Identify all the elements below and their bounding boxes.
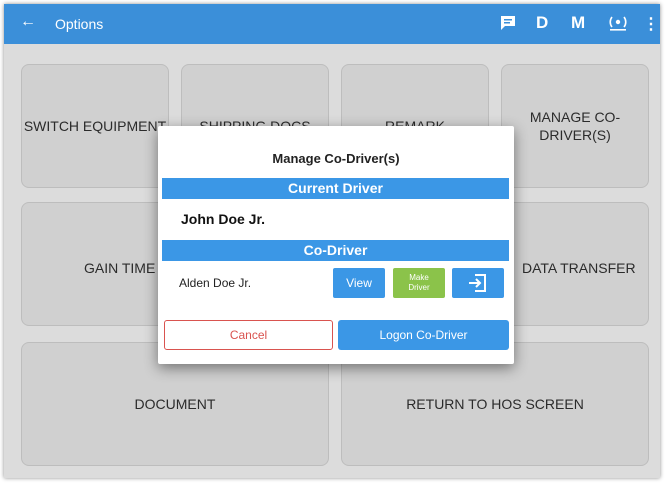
make-driver-label-2: Driver [408,283,430,292]
make-driver-button[interactable]: Make Driver [393,268,445,298]
current-driver-header: Current Driver [162,178,509,199]
dialog-title: Manage Co-Driver(s) [272,151,400,166]
m-button[interactable]: M [571,13,585,33]
manage-co-driver-dialog: Manage Co-Driver(s) Current Driver John … [158,126,514,364]
co-driver-name: Alden Doe Jr. [179,276,252,290]
current-driver-name: John Doe Jr. [181,211,266,227]
make-driver-label-1: Make [409,273,429,282]
tile-manage-co-driver[interactable]: MANAGE CO-DRIVER(S) [501,64,649,188]
page-title: Options [55,16,104,32]
d-button[interactable]: D [536,13,548,33]
tile-label: RETURN TO HOS SCREEN [406,396,584,412]
message-icon[interactable] [499,14,517,37]
logout-icon [467,272,489,299]
cancel-button[interactable]: Cancel [164,320,333,350]
eld-signal-icon[interactable] [607,14,629,37]
tile-label: MANAGE CO-DRIVER(S) [529,109,621,143]
co-driver-header: Co-Driver [162,240,509,261]
tile-label: DOCUMENT [134,396,216,412]
logout-button[interactable] [452,268,504,298]
tile-switch-equipment[interactable]: SWITCH EQUIPMENT [21,64,169,188]
view-button[interactable]: View [333,268,385,298]
tile-label: GAIN TIME [84,260,156,276]
tile-label: DATA TRANSFER [522,260,636,276]
logon-co-driver-button[interactable]: Logon Co-Driver [338,320,509,350]
arrow-left-icon[interactable]: ← [20,13,36,31]
app-window: ← Options D M ⋮ SWITCH EQUIPMENT SHIPPIN… [4,4,660,478]
more-icon[interactable]: ⋮ [643,14,659,34]
tile-label: SWITCH EQUIPMENT [23,118,167,134]
app-bar: ← Options D M ⋮ [4,4,660,44]
